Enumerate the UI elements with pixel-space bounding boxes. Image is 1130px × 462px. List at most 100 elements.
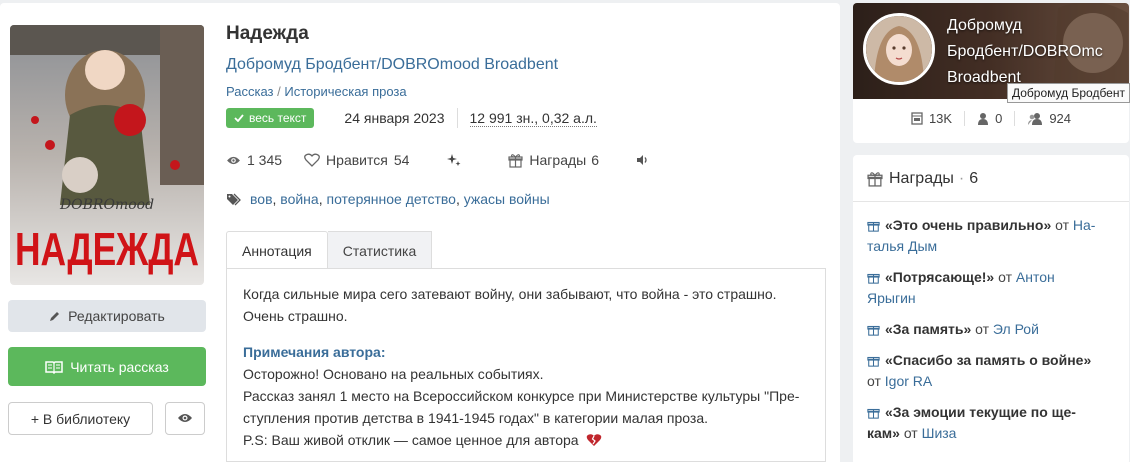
divider <box>853 201 1129 202</box>
work-meta-row: весь текст 24 января 2023 12 991 зн., 0,… <box>226 107 597 129</box>
award-name: «Потрясающе!» <box>885 269 995 285</box>
awards-heading-count: 6 <box>969 170 979 187</box>
pencil-icon <box>49 310 61 322</box>
award-from: от <box>1051 217 1073 233</box>
genre-link-primary[interactable]: Рассказ <box>226 84 274 99</box>
author-followers-stat[interactable]: 924 <box>1014 111 1083 126</box>
gift-icon <box>867 356 880 367</box>
eye-icon <box>177 411 193 427</box>
author-note: P.S: Ваш живой отклик — самое ценное для… <box>243 429 809 451</box>
awards-count: 6 <box>591 152 600 168</box>
read-button[interactable]: Читать рассказ <box>8 347 206 386</box>
views-stat: 1 345 <box>226 152 282 168</box>
user-icon <box>978 113 989 125</box>
award-name: «Спасибо за память о войне» <box>885 352 1092 368</box>
awards-list: «Это очень правильно» от На-талья Дым «П… <box>867 215 1117 454</box>
likes-count: 54 <box>393 152 410 168</box>
gift-icon <box>867 325 880 336</box>
add-to-library-button[interactable]: + В библиотеку <box>8 402 153 435</box>
award-user-link[interactable]: талья Дым <box>867 238 937 254</box>
author-note: ступления против детства в 1941-1945 год… <box>243 410 709 426</box>
author-following-count: 0 <box>995 111 1003 126</box>
tag-link[interactable]: вов <box>250 191 273 207</box>
sparkles-button[interactable] <box>446 152 468 168</box>
read-button-label: Читать рассказ <box>70 358 169 375</box>
book-cover[interactable]: DOBROmood НАДЕЖДА <box>10 25 204 285</box>
award-name: «Это очень правильно» <box>885 217 1052 233</box>
genre-breadcrumb: Рассказ / Историческая проза <box>226 84 407 99</box>
like-button[interactable]: Нравится 54 <box>304 152 409 168</box>
gift-icon <box>867 172 883 187</box>
author-works-stat[interactable]: 13K <box>899 111 964 126</box>
awards-heading-dot: · <box>958 170 965 187</box>
author-stats: 13K 0 924 <box>853 111 1129 126</box>
tags-icon <box>227 193 241 206</box>
add-to-library-label: + В библиотеку <box>30 410 131 427</box>
divider <box>456 108 458 128</box>
tab-bar: Аннотация Статистика <box>226 231 433 269</box>
users-icon <box>1028 113 1043 125</box>
awards-heading: Награды · 6 <box>867 170 978 188</box>
tab-statistics[interactable]: Статистика <box>327 231 433 269</box>
author-card[interactable]: Добромуд Бродбент/DOBROmc Broadbent 13K … <box>853 3 1129 143</box>
genre-separator: / <box>273 84 285 99</box>
archive-icon <box>911 112 923 125</box>
work-title: Надежда <box>226 23 309 44</box>
award-from: от <box>899 425 922 441</box>
gift-icon <box>867 273 880 284</box>
author-following-stat[interactable]: 0 <box>964 111 1014 126</box>
awards-card: Награды · 6 «Это очень правильно» от На-… <box>853 155 1129 462</box>
award-user-link[interactable]: На- <box>1073 217 1096 233</box>
awards-label: Награды <box>529 152 587 168</box>
sparkles-icon <box>447 154 461 166</box>
edit-button-label: Редактировать <box>68 308 165 324</box>
audio-button[interactable] <box>636 154 656 166</box>
book-icon <box>45 360 63 374</box>
award-user-link[interactable]: Igor RA <box>885 373 932 389</box>
award-item: «За память» от Эл Рой <box>867 319 1117 340</box>
author-followers-count: 924 <box>1049 111 1072 126</box>
work-size[interactable]: 12 991 зн., 0,32 а.л. <box>469 110 597 127</box>
tab-annotation[interactable]: Аннотация <box>226 231 328 269</box>
tag-list: вов, война, потерянное детство, ужасы во… <box>250 191 550 207</box>
author-note: Осторожно! Основано на реальных событиях… <box>243 366 544 382</box>
author-works-count: 13K <box>928 111 953 126</box>
genre-link-secondary[interactable]: Историческая проза <box>284 84 406 99</box>
award-user-link[interactable]: Шиза <box>922 425 957 441</box>
cover-title-text: НАДЕЖДА <box>15 223 199 275</box>
tags-row: вов, война, потерянное детство, ужасы во… <box>226 191 550 207</box>
award-item: «Это очень правильно» от На-талья Дым <box>867 215 1117 257</box>
award-from: от <box>971 321 993 337</box>
edit-button[interactable]: Редактировать <box>8 300 206 332</box>
award-user-link[interactable]: Эл Рой <box>993 321 1039 337</box>
award-item: «За эмоции текущие по ще-кам» от Шиза <box>867 402 1117 444</box>
watch-button[interactable] <box>165 402 205 435</box>
award-name: «За эмоции текущие по ще- <box>885 404 1076 420</box>
author-name-line: Бродбент/DOBROmc <box>947 43 1103 60</box>
author-avatar[interactable] <box>863 13 935 85</box>
award-item: «Спасибо за память о войне» от Igor RA <box>867 350 1117 392</box>
tag-link[interactable]: ужасы войны <box>464 191 550 207</box>
awards-button[interactable]: Награды 6 <box>508 152 599 168</box>
award-from: от <box>867 373 885 389</box>
likes-label: Нравится <box>326 152 388 168</box>
gift-icon <box>508 153 524 168</box>
tag-link[interactable]: потерянное детство <box>326 191 455 207</box>
award-item: «Потрясающе!» от Антон Ярыгин <box>867 267 1117 309</box>
author-note: Рассказ занял 1 место на Всероссийском к… <box>243 388 800 404</box>
award-user-link[interactable]: Ярыгин <box>867 290 916 306</box>
views-count: 1 345 <box>247 152 283 168</box>
gift-icon <box>867 408 880 419</box>
author-link[interactable]: Добромуд Бродбент/DOBROmood Broadbent <box>226 56 558 74</box>
author-name-tooltip: Добромуд Бродбент <box>1007 83 1130 103</box>
eye-icon <box>227 156 240 164</box>
broken-heart-icon <box>586 434 601 446</box>
award-name: кам» <box>867 425 900 441</box>
tag-link[interactable]: война <box>280 191 318 207</box>
award-from: от <box>994 269 1016 285</box>
gift-icon <box>867 221 880 232</box>
author-card-name[interactable]: Добромуд Бродбент/DOBROmc Broadbent <box>947 13 1127 91</box>
award-user-link[interactable]: Антон <box>1016 269 1055 285</box>
status-badge-label: весь текст <box>249 111 307 125</box>
award-name: «За память» <box>885 321 972 337</box>
